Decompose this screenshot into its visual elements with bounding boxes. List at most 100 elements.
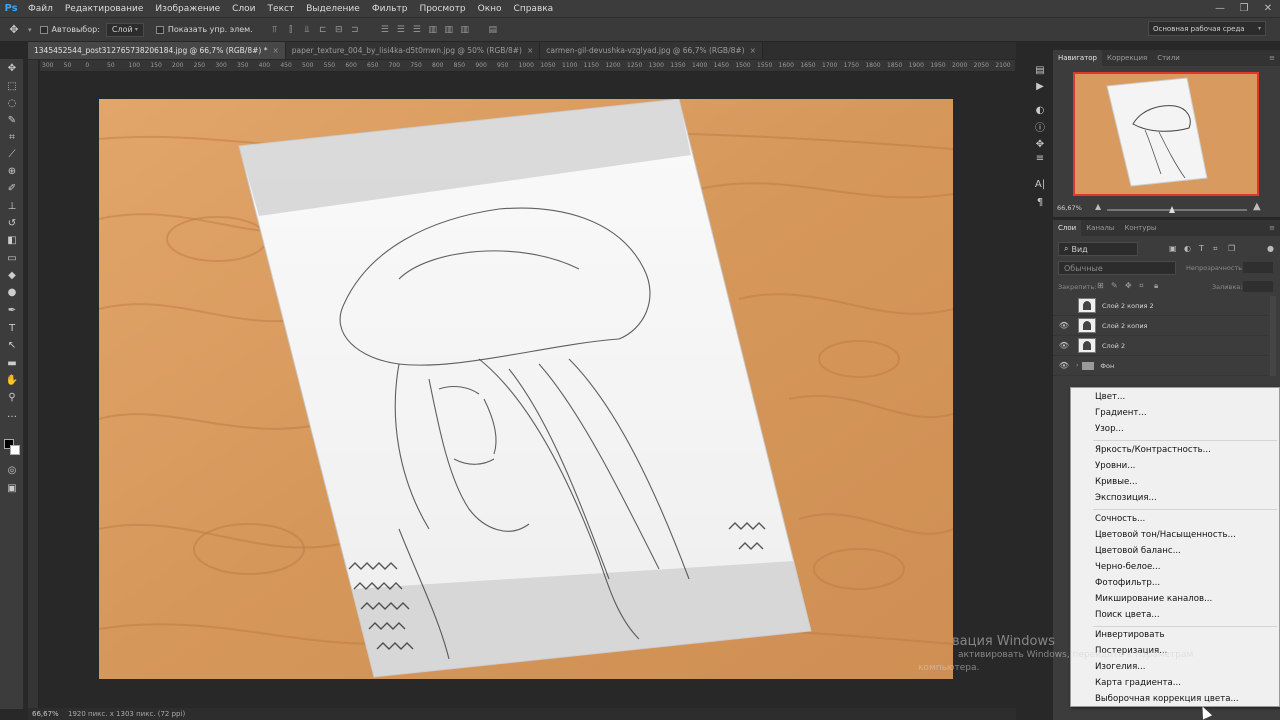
menu-item-gradient[interactable]: Градиент... [1095,406,1147,421]
tab-document-3[interactable]: carmen-gil-devushka-vzglyad.jpg @ 66,7% … [540,42,763,59]
align-vcenter-icon[interactable]: ⫿ [285,24,297,36]
marquee-tool-icon[interactable]: ⬚ [4,79,20,93]
layers-scrollbar[interactable] [1270,296,1276,376]
menu-edit[interactable]: Редактирование [59,4,150,14]
filter-pixel-icon[interactable]: ▣ [1169,244,1177,253]
layer-name[interactable]: Слой 2 копия [1102,322,1147,330]
navigator-zoom[interactable]: 66,67% [1057,204,1082,212]
tab-styles[interactable]: Стили [1152,50,1185,66]
move-tool-icon[interactable]: ✥ [0,23,28,36]
layer-group-row[interactable]: 👁︎ › Фон [1053,356,1267,376]
auto-select-dropdown[interactable]: Слой ▾ [105,22,144,37]
brush-tool-icon[interactable]: ✐ [4,181,20,195]
menu-item-curves[interactable]: Кривые... [1095,475,1137,490]
screen-mode-icon[interactable]: ▣ [4,481,20,495]
tab-navigator[interactable]: Навигатор [1053,50,1102,66]
menu-view[interactable]: Просмотр [413,4,471,14]
clone-stamp-tool-icon[interactable]: ⊥ [4,199,20,213]
expand-group-icon[interactable]: › [1076,362,1078,369]
distribute-left-icon[interactable]: ▥ [427,24,439,36]
lock-artboard-icon[interactable]: ⌗ [1139,281,1144,291]
menu-item-color-lookup[interactable]: Поиск цвета... [1095,608,1160,623]
filter-adjustment-icon[interactable]: ◐ [1184,244,1191,253]
healing-brush-tool-icon[interactable]: ⊕ [4,164,20,178]
dodge-tool-icon[interactable]: ● [4,285,20,299]
history-panel-icon[interactable]: ▤ [1033,63,1047,77]
align-top-icon[interactable]: ⫪ [269,24,281,36]
character-panel-icon[interactable]: A| [1033,177,1047,191]
background-color-swatch[interactable] [10,445,20,455]
quick-mask-icon[interactable]: ◎ [4,463,20,477]
menu-item-gradient-map[interactable]: Карта градиента... [1095,676,1181,691]
zoom-level[interactable]: 66,67% [32,710,68,718]
menu-item-vibrance[interactable]: Сочность... [1095,512,1145,527]
close-tab-icon[interactable]: × [750,46,756,55]
navigator-preview[interactable] [1073,72,1259,196]
brushes-panel-icon[interactable]: ✥ [1033,137,1047,151]
filter-toggle-icon[interactable]: ● [1267,244,1274,253]
menu-layers[interactable]: Слои [226,4,261,14]
crop-tool-icon[interactable]: ⌗ [4,130,20,144]
more-tools-icon[interactable]: … [4,407,20,421]
lock-position-icon[interactable]: ✥ [1125,281,1132,290]
clone-source-icon[interactable]: ≡ [1033,151,1047,165]
history-brush-tool-icon[interactable]: ↺ [4,216,20,230]
zoom-out-icon[interactable]: ▲ [1095,202,1101,211]
blur-tool-icon[interactable]: ◆ [4,268,20,282]
menu-item-brightness-contrast[interactable]: Яркость/Контрастность... [1095,443,1211,458]
lock-paint-icon[interactable]: ✎ [1111,281,1118,290]
zoom-slider[interactable] [1107,206,1247,213]
menu-filter[interactable]: Фильтр [366,4,414,14]
menu-image[interactable]: Изображение [149,4,226,14]
lock-pixels-icon[interactable]: ⊞ [1097,281,1104,290]
align-right-icon[interactable]: ⊐ [349,24,361,36]
menu-item-channel-mixer[interactable]: Микширование каналов... [1095,592,1212,607]
auto-align-layers-icon[interactable]: ▤ [487,24,499,36]
align-left-icon[interactable]: ⊏ [317,24,329,36]
close-tab-icon[interactable]: × [527,46,533,55]
tab-document-2[interactable]: paper_texture_004_by_lisi4ka-d5t0mwn.jpg… [285,42,541,59]
tab-paths[interactable]: Контуры [1119,220,1161,236]
show-transform-controls-checkbox[interactable] [155,25,164,34]
menu-item-solid-color[interactable]: Цвет... [1095,390,1125,405]
menu-item-photo-filter[interactable]: Фотофильтр... [1095,576,1160,591]
paragraph-panel-icon[interactable]: ¶ [1033,195,1047,209]
zoom-slider-handle[interactable] [1169,206,1175,213]
hand-tool-icon[interactable]: ✋ [4,373,20,387]
align-hcenter-icon[interactable]: ⊟ [333,24,345,36]
restore-button[interactable]: ❐ [1232,0,1256,17]
move-tool-icon[interactable]: ✥ [4,61,20,75]
blend-mode-dropdown[interactable]: Обычные [1058,261,1176,275]
align-bottom-icon[interactable]: ⫫ [301,24,313,36]
actions-panel-icon[interactable]: ▶ [1033,79,1047,93]
close-tab-icon[interactable]: × [272,46,278,55]
layer-row[interactable]: 👁︎ Слой 2 копия [1053,316,1267,336]
filter-shape-icon[interactable]: ⌗ [1213,244,1218,254]
eye-icon[interactable]: 👁︎ [1058,321,1070,330]
zoom-tool-icon[interactable]: ⚲ [4,390,20,404]
panel-menu-icon[interactable]: ≡ [1264,50,1280,66]
layer-row[interactable]: Слой 2 копия 2 [1053,296,1267,316]
menu-type[interactable]: Текст [262,4,301,14]
properties-panel-icon[interactable]: ◐ [1033,103,1047,117]
minimize-button[interactable]: — [1208,0,1232,17]
layer-name[interactable]: Фон [1100,362,1114,370]
tab-adjustments[interactable]: Коррекция [1102,50,1152,66]
shape-tool-icon[interactable]: ▬ [4,356,20,370]
tab-layers[interactable]: Слои [1053,220,1082,236]
menu-file[interactable]: Файл [22,4,59,14]
tab-channels[interactable]: Каналы [1081,220,1119,236]
fill-field[interactable] [1243,281,1273,292]
filter-type-icon[interactable]: T [1199,244,1204,253]
path-selection-tool-icon[interactable]: ↖ [4,338,20,352]
menu-item-pattern[interactable]: Узор... [1095,422,1124,437]
distribute-vcenter-icon[interactable]: ☰ [395,24,407,36]
menu-item-black-white[interactable]: Черно-белое... [1095,560,1160,575]
eyedropper-tool-icon[interactable]: ⟋ [4,147,20,161]
filter-smart-object-icon[interactable]: ❐ [1228,244,1235,253]
eraser-tool-icon[interactable]: ◧ [4,233,20,247]
layer-row[interactable]: 👁︎ Слой 2 [1053,336,1267,356]
auto-select-checkbox[interactable] [39,25,48,34]
layer-filter-dropdown[interactable]: ⌕ Вид [1058,242,1138,256]
opacity-field[interactable] [1243,262,1273,273]
